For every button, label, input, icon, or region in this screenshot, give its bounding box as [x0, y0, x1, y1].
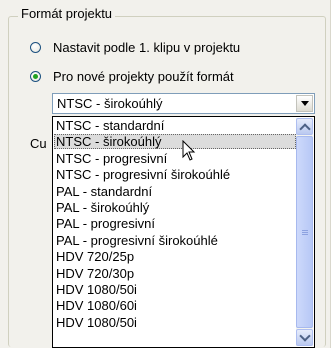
- list-item[interactable]: NTSC - širokoúhlý: [54, 134, 296, 150]
- radio-use-format[interactable]: Pro nové projekty použít formát: [30, 67, 234, 85]
- chevron-up-icon: [298, 122, 311, 135]
- list-item[interactable]: HDV 720/25p: [54, 249, 296, 264]
- radio-circle[interactable]: [30, 41, 41, 53]
- scrollbar-thumb[interactable]: [296, 136, 313, 328]
- vertical-scrollbar[interactable]: [296, 118, 313, 346]
- scroll-down-button[interactable]: [296, 329, 313, 346]
- format-combobox[interactable]: NTSC - širokoúhlý: [52, 93, 315, 114]
- list-item[interactable]: NTSC - standardní: [54, 118, 296, 133]
- chevron-down-icon: [300, 101, 309, 106]
- list-item[interactable]: PAL - progresivní širokoúhlé: [54, 233, 296, 248]
- radio-label: Pro nové projekty použít formát: [53, 68, 234, 84]
- mouse-pointer-icon: [182, 140, 196, 161]
- list-item[interactable]: HDV 1080/60i: [54, 298, 296, 313]
- group-title: Formát projektu: [18, 6, 116, 22]
- list-item[interactable]: NTSC - progresivní širokoúhlé: [54, 167, 296, 182]
- list-item[interactable]: PAL - progresivní: [54, 216, 296, 231]
- radio-circle[interactable]: [30, 70, 41, 82]
- thumb-grip: [302, 230, 308, 231]
- radio-first-clip[interactable]: Nastavit podle 1. klipu v projektu: [30, 38, 240, 56]
- radio-label: Nastavit podle 1. klipu v projektu: [53, 39, 241, 55]
- thumb-grip: [302, 234, 308, 235]
- list-item[interactable]: PAL - širokoúhlý: [54, 200, 296, 215]
- thumb-grip: [302, 232, 308, 233]
- scroll-up-button[interactable]: [296, 118, 313, 135]
- list-item[interactable]: NTSC - progresivní: [54, 151, 296, 166]
- chevron-down-icon: [298, 329, 311, 342]
- list-item[interactable]: PAL - standardní: [54, 184, 296, 199]
- list-item[interactable]: HDV 720/30p: [54, 266, 296, 281]
- partially-hidden-label: Cu: [30, 136, 47, 151]
- combo-dropdown-button[interactable]: [296, 95, 313, 112]
- combo-selected-value: NTSC - širokoúhlý: [57, 96, 163, 111]
- list-item[interactable]: HDV 1080/50i: [54, 315, 296, 330]
- dialog-panel: Formát projektu Nastavit podle 1. klipu …: [0, 0, 331, 348]
- list-item[interactable]: HDV 1080/50i: [54, 282, 296, 297]
